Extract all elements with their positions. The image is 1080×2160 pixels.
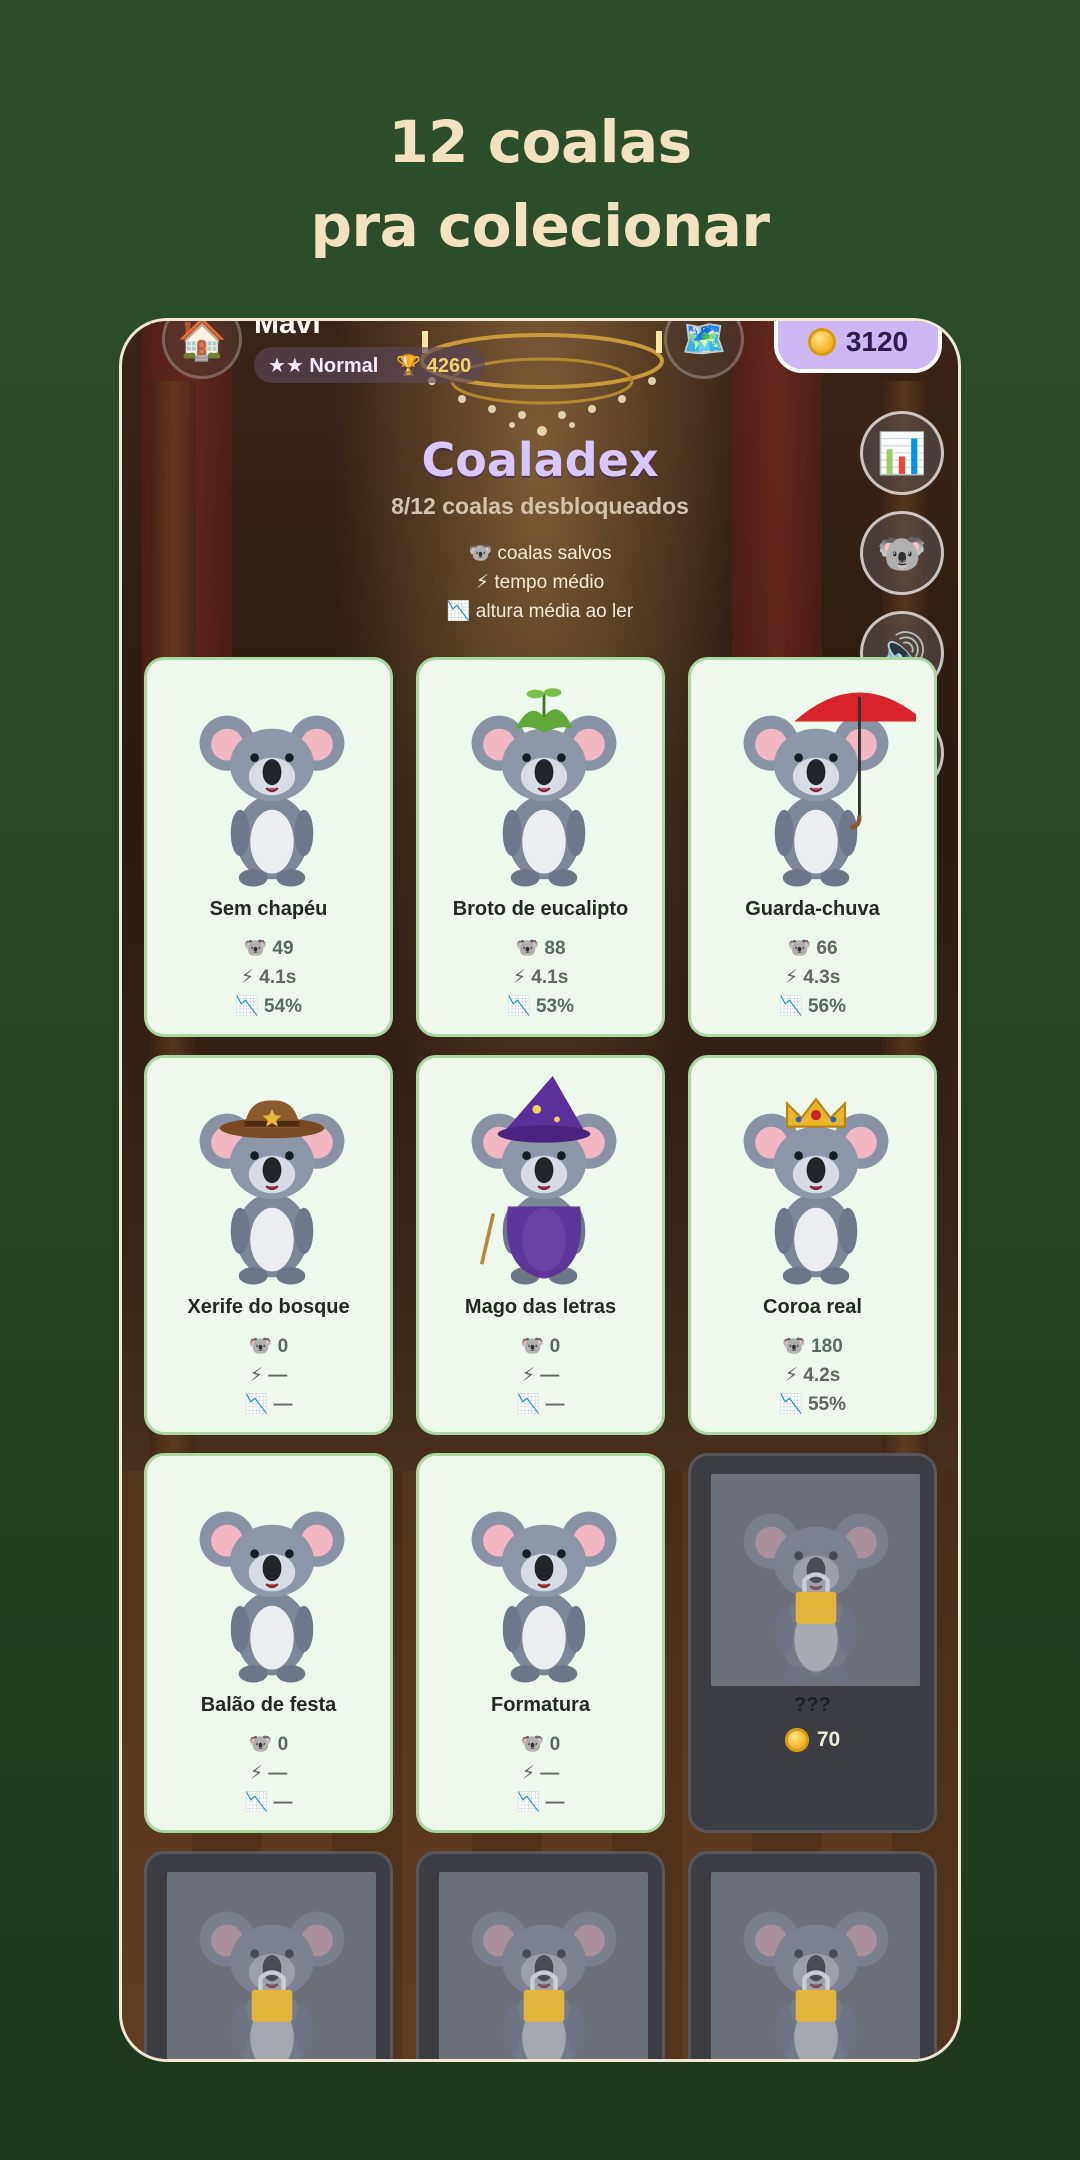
koala-card-locked[interactable] xyxy=(688,1851,937,2059)
koala-card[interactable]: ??? 70 xyxy=(688,1453,937,1833)
koala-stats: 🐨 49 ⚡ 4.1s 📉 54% xyxy=(147,934,390,1021)
stats-legend: 🐨 coalas salvos ⚡ tempo médio 📉 altura m… xyxy=(122,539,958,626)
koala-card-locked[interactable] xyxy=(144,1851,393,2059)
stat-saved: 🐨 88 xyxy=(515,938,566,959)
koala-name: Broto de eucalipto xyxy=(452,898,629,920)
locked-koala-image xyxy=(711,1474,920,1686)
koala-image xyxy=(439,678,648,888)
koala-card[interactable]: Guarda-chuva 🐨 66 ⚡ 4.3s 📉 56% xyxy=(688,657,937,1037)
rank-pill: ★★ Normal 🏆 4260 xyxy=(254,347,486,383)
koala-name: Xerife do bosque xyxy=(187,1296,350,1318)
legend-saved: 🐨 coalas salvos xyxy=(468,543,612,564)
koala-card[interactable]: Formatura 🐨 0 ⚡ — 📉 — xyxy=(416,1453,665,1833)
koala-name: Formatura xyxy=(491,1694,590,1716)
koala-card[interactable]: Balão de festa 🐨 0 ⚡ — 📉 — xyxy=(144,1453,393,1833)
koala-image xyxy=(167,1474,376,1684)
koala-stats: 🐨 180 ⚡ 4.2s 📉 55% xyxy=(691,1332,934,1419)
coins-balance[interactable]: 3120 xyxy=(774,321,942,373)
stat-time: ⚡ 4.1s xyxy=(240,967,297,988)
koala-card-locked[interactable] xyxy=(416,1851,665,2059)
stat-height: 📉 — xyxy=(516,1792,565,1813)
koala-image xyxy=(439,1474,648,1684)
trophy-value: 4260 xyxy=(426,354,472,377)
headline-line-2: pra colecionar xyxy=(310,192,770,260)
stat-height: 📉 — xyxy=(244,1394,293,1415)
koala-stats: 🐨 66 ⚡ 4.3s 📉 56% xyxy=(691,934,934,1021)
locked-koala-image xyxy=(711,1872,920,2059)
stat-time: ⚡ 4.2s xyxy=(784,1365,841,1386)
stat-saved: 🐨 66 xyxy=(787,938,838,959)
koala-name: Guarda-chuva xyxy=(745,898,880,920)
koala-image xyxy=(711,1076,920,1286)
koala-image xyxy=(439,1076,648,1286)
koala-card[interactable]: Coroa real 🐨 180 ⚡ 4.2s 📉 55% xyxy=(688,1055,937,1435)
koala-image xyxy=(711,678,920,888)
locked-koala-image xyxy=(439,1872,648,2059)
coin-icon xyxy=(784,1728,809,1752)
stat-height: 📉 — xyxy=(516,1394,565,1415)
trophy-count: 🏆 4260 xyxy=(396,353,471,378)
world-map-icon: 🗺️ xyxy=(681,318,727,359)
stat-height: 📉 55% xyxy=(779,1394,846,1415)
locked-koala-image xyxy=(167,1872,376,2059)
stat-time: ⚡ — xyxy=(249,1763,288,1784)
price-value: 70 xyxy=(816,1728,841,1751)
coins-value: 3120 xyxy=(845,326,909,357)
stat-time: ⚡ — xyxy=(521,1763,560,1784)
stat-height: 📉 — xyxy=(244,1792,293,1813)
koala-stats: 🐨 0 ⚡ — 📉 — xyxy=(419,1332,662,1419)
koala-stats: 🐨 0 ⚡ — 📉 — xyxy=(419,1730,662,1817)
koala-card[interactable]: Xerife do bosque 🐨 0 ⚡ — 📉 — xyxy=(144,1055,393,1435)
koala-card[interactable]: Mago das letras 🐨 0 ⚡ — 📉 — xyxy=(416,1055,665,1435)
stat-height: 📉 53% xyxy=(507,996,574,1017)
player-name: Mavi xyxy=(254,318,321,340)
stat-time: ⚡ 4.3s xyxy=(784,967,841,988)
stat-time: ⚡ — xyxy=(521,1365,560,1386)
stat-saved: 🐨 0 xyxy=(520,1734,561,1755)
unlock-progress: 8/12 coalas desbloqueados xyxy=(391,493,689,519)
stat-height: 📉 56% xyxy=(779,996,846,1017)
coin-icon xyxy=(807,328,836,356)
legend-height: 📉 altura média ao ler xyxy=(446,601,634,622)
stat-saved: 🐨 180 xyxy=(782,1336,843,1357)
koala-image xyxy=(167,678,376,888)
koala-name: Sem chapéu xyxy=(209,898,328,920)
koala-name: Balão de festa xyxy=(200,1694,337,1716)
koala-name: Mago das letras xyxy=(464,1296,617,1318)
phone-screen: 🏠 Mavi ★★ Normal 🏆 4260 🗺️ 3120 📊 🐨 🔊 🇧🇷… xyxy=(119,318,961,2062)
rank-label: ★★ Normal xyxy=(268,354,379,377)
stat-time: ⚡ 4.1s xyxy=(512,967,569,988)
koala-stats: 🐨 0 ⚡ — 📉 — xyxy=(147,1332,390,1419)
koala-stats: 🐨 88 ⚡ 4.1s 📉 53% xyxy=(419,934,662,1021)
stat-saved: 🐨 0 xyxy=(248,1336,289,1357)
stat-saved: 🐨 0 xyxy=(520,1336,561,1357)
promo-headline: 12 coalas pra colecionar xyxy=(0,100,1080,268)
koala-stats: 🐨 0 ⚡ — 📉 — xyxy=(147,1730,390,1817)
unlock-price[interactable]: 70 xyxy=(691,1728,934,1752)
koala-name: Coroa real xyxy=(763,1296,862,1318)
stat-saved: 🐨 49 xyxy=(243,938,294,959)
koala-card[interactable]: Sem chapéu 🐨 49 ⚡ 4.1s 📉 54% xyxy=(144,657,393,1037)
stat-saved: 🐨 0 xyxy=(248,1734,289,1755)
stat-height: 📉 54% xyxy=(235,996,302,1017)
koala-image xyxy=(167,1076,376,1286)
headline-line-1: 12 coalas xyxy=(388,108,692,176)
house-icon: 🏠 xyxy=(177,318,227,362)
legend-time: ⚡ tempo médio xyxy=(475,572,605,593)
trophy-icon: 🏆 xyxy=(396,354,422,377)
page-title: Coaladex xyxy=(421,433,659,487)
locked-name: ??? xyxy=(794,1694,831,1716)
koala-card[interactable]: Broto de eucalipto 🐨 88 ⚡ 4.1s 📉 53% xyxy=(416,657,665,1037)
stat-time: ⚡ — xyxy=(249,1365,288,1386)
